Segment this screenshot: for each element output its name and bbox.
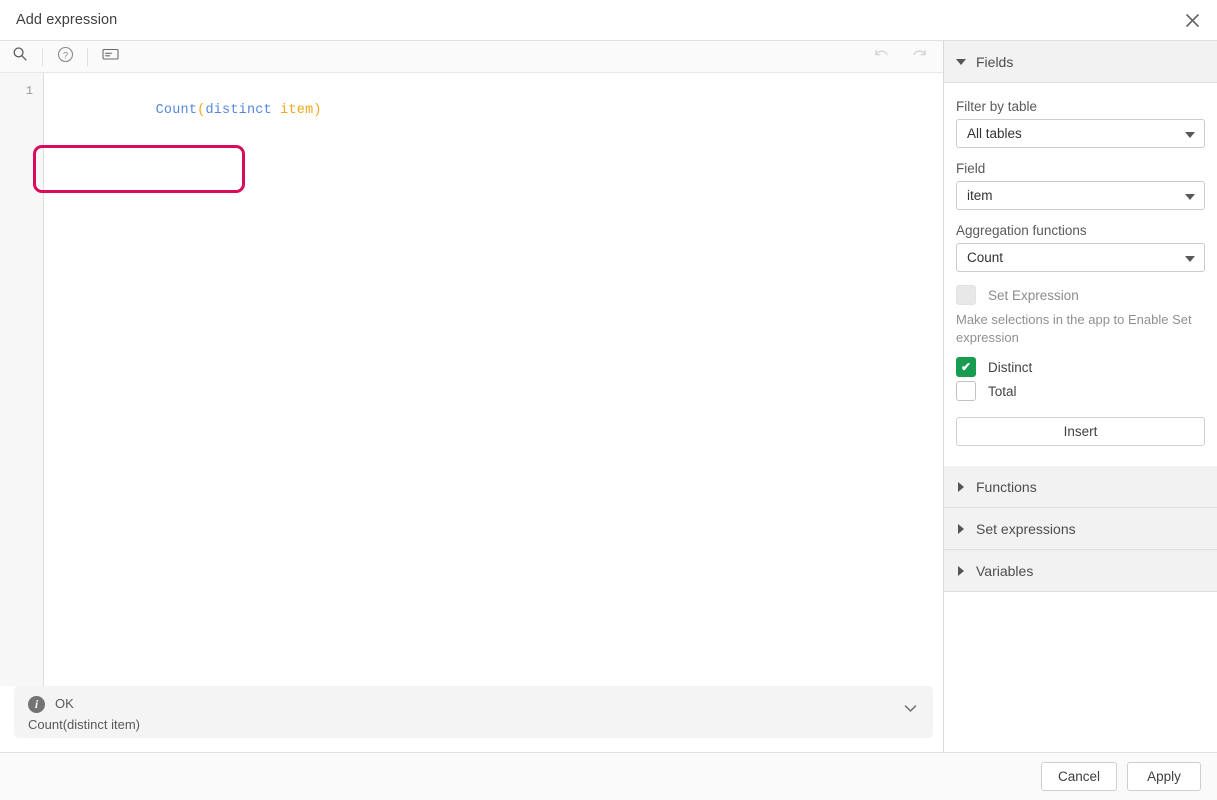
- total-row[interactable]: Total: [956, 381, 1205, 401]
- accordion-label-variables: Variables: [976, 563, 1033, 579]
- total-checkbox[interactable]: [956, 381, 976, 401]
- field-label: Field: [956, 161, 1205, 176]
- search-button[interactable]: [6, 44, 34, 70]
- side-panel: Fields Filter by table All tables Field …: [944, 41, 1217, 752]
- chevron-down-icon: [1185, 194, 1195, 200]
- accordion-label-set-expressions: Set expressions: [976, 521, 1076, 537]
- line-number: 1: [0, 81, 43, 101]
- status-title: OK: [55, 695, 140, 712]
- help-button[interactable]: ?: [51, 44, 79, 70]
- redo-arrow-icon: [911, 47, 928, 67]
- aggregation-functions-select[interactable]: Count: [956, 243, 1205, 272]
- chevron-down-icon: [956, 59, 966, 65]
- chevron-down-icon: [1185, 132, 1195, 138]
- toolbar-divider-1: [42, 48, 43, 66]
- status-message-box: i OK Count(distinct item): [14, 686, 933, 738]
- accordion-header-fields[interactable]: Fields: [944, 41, 1217, 83]
- chevron-right-icon: [958, 482, 964, 492]
- apply-button[interactable]: Apply: [1127, 762, 1201, 791]
- cancel-button[interactable]: Cancel: [1041, 762, 1117, 791]
- close-button[interactable]: [1175, 4, 1209, 36]
- code-area[interactable]: 1 Count(distinct item): [0, 73, 943, 686]
- undo-button[interactable]: [867, 44, 895, 70]
- token-field-item: item: [272, 103, 314, 118]
- set-expression-help-text: Make selections in the app to Enable Set…: [956, 311, 1194, 347]
- token-function: Count: [156, 103, 198, 118]
- accordion-label-fields: Fields: [976, 54, 1013, 70]
- add-expression-dialog: Add expression: [0, 0, 1217, 800]
- line-number-gutter: 1: [0, 73, 44, 686]
- accordion-label-functions: Functions: [976, 479, 1037, 495]
- dialog-titlebar: Add expression: [0, 0, 1217, 40]
- accordion-header-variables[interactable]: Variables: [944, 550, 1217, 592]
- info-icon: i: [28, 696, 45, 713]
- check-icon: ✔: [961, 361, 971, 373]
- set-expression-label: Set Expression: [988, 288, 1079, 303]
- accordion-header-set-expressions[interactable]: Set expressions: [944, 508, 1217, 550]
- help-circle-icon: ?: [57, 46, 74, 68]
- token-close-paren: ): [313, 103, 321, 118]
- close-icon: [1185, 13, 1200, 28]
- svg-text:?: ?: [62, 50, 67, 61]
- distinct-label: Distinct: [988, 360, 1032, 375]
- toolbar-history-group: [867, 41, 933, 73]
- status-detail: Count(distinct item): [28, 716, 140, 733]
- field-select[interactable]: item: [956, 181, 1205, 210]
- chevron-right-icon: [958, 566, 964, 576]
- status-message-lines: OK Count(distinct item): [55, 695, 140, 733]
- code-pane[interactable]: Count(distinct item): [44, 73, 943, 686]
- dialog-body: ?: [0, 40, 1217, 752]
- set-expression-row[interactable]: Set Expression: [956, 285, 1205, 305]
- insert-field-button[interactable]: [96, 44, 124, 70]
- distinct-row[interactable]: ✔ Distinct: [956, 357, 1205, 377]
- filter-by-table-label: Filter by table: [956, 99, 1205, 114]
- filter-by-table-value: All tables: [967, 126, 1022, 141]
- fields-panel-body: Filter by table All tables Field item Ag…: [944, 83, 1217, 466]
- undo-arrow-icon: [873, 47, 890, 67]
- dialog-title: Add expression: [16, 12, 117, 28]
- field-card-icon: [102, 47, 119, 66]
- search-icon: [12, 46, 28, 67]
- chevron-right-icon: [958, 524, 964, 534]
- toolbar-divider-2: [87, 48, 88, 66]
- chevron-down-icon: [904, 700, 917, 717]
- dialog-footer: Cancel Apply: [0, 752, 1217, 800]
- aggregation-value: Count: [967, 250, 1003, 265]
- expression-line[interactable]: Count(distinct item): [56, 81, 943, 141]
- distinct-checkbox[interactable]: ✔: [956, 357, 976, 377]
- filter-by-table-select[interactable]: All tables: [956, 119, 1205, 148]
- status-expand-button[interactable]: [904, 700, 917, 718]
- accordion-header-functions[interactable]: Functions: [944, 466, 1217, 508]
- aggregation-functions-label: Aggregation functions: [956, 223, 1205, 238]
- redo-button[interactable]: [905, 44, 933, 70]
- editor-toolbar: ?: [0, 41, 943, 73]
- insert-button[interactable]: Insert: [956, 417, 1205, 446]
- chevron-down-icon: [1185, 256, 1195, 262]
- status-message-wrap: i OK Count(distinct item): [0, 686, 943, 752]
- field-value: item: [967, 188, 993, 203]
- expression-editor-column: ?: [0, 41, 944, 752]
- token-keyword-distinct: distinct: [205, 103, 271, 118]
- set-expression-checkbox[interactable]: [956, 285, 976, 305]
- total-label: Total: [988, 384, 1017, 399]
